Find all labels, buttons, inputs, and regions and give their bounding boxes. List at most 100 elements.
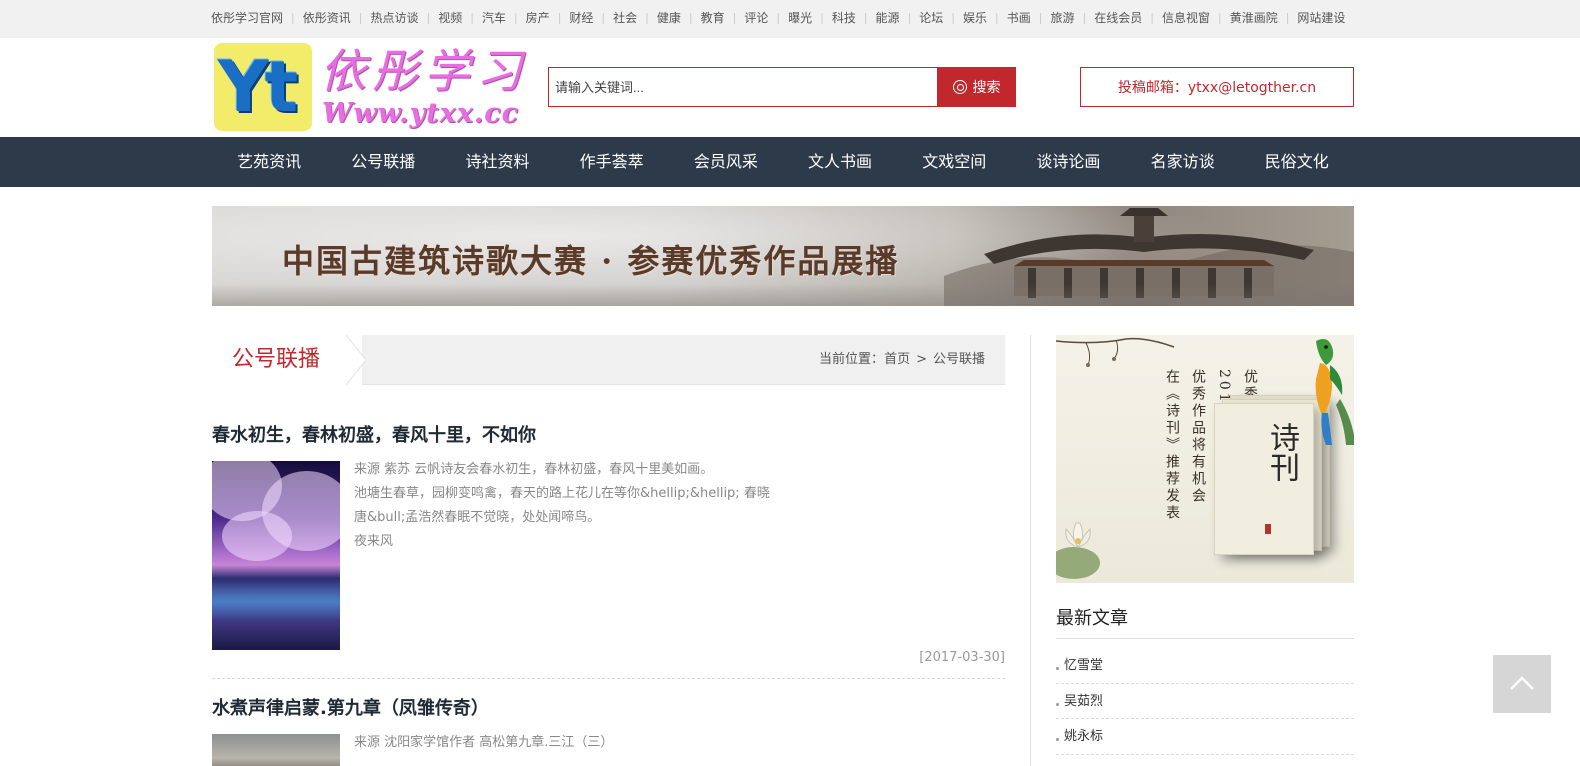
latest-article-item[interactable]: 吴茹烈 (1056, 684, 1354, 719)
magazine-seal (1265, 524, 1271, 534)
nav-item[interactable]: 文人书画 (783, 137, 897, 187)
top-link[interactable]: 依彤资讯 (303, 9, 351, 26)
top-link-separator: | (470, 11, 474, 24)
top-link-separator: | (1285, 11, 1290, 24)
top-link[interactable]: 娱乐 (963, 9, 987, 26)
submission-email-box[interactable]: 投稿邮箱：ytxx@letogther.cn (1080, 67, 1354, 107)
article-thumbnail[interactable] (212, 734, 340, 766)
top-link-separator: | (1038, 11, 1043, 24)
article-divider (212, 678, 1005, 679)
nav-item[interactable]: 会员风采 (669, 137, 783, 187)
top-link[interactable]: 黄淮画院 (1230, 9, 1278, 26)
submission-email-text: 投稿邮箱：ytxx@letogther.cn (1117, 80, 1317, 96)
logo-url: Www.ytxx.cc (322, 98, 520, 129)
breadcrumb-separator: > (916, 352, 927, 367)
top-link[interactable]: 热点访谈 (370, 9, 418, 26)
article-summary-line: 夜来风 (354, 534, 394, 549)
article-summary: 来源 沈阳家学馆作者 高松第九章.三江（三） (354, 731, 804, 755)
main-nav: 艺苑资讯 公号联播 诗社资料 作手荟萃 会员风采 文人书画 文戏空间 谈诗论画 名家访谈 民俗文化 (0, 137, 1580, 187)
logo-mark-text: Yt (218, 46, 298, 128)
parrot-decoration (1315, 339, 1354, 445)
top-link-separator: | (907, 11, 912, 24)
nav-item[interactable]: 艺苑资讯 (212, 137, 326, 187)
article-date: [2017-03-30] (919, 650, 1005, 665)
top-link-separator: | (601, 11, 606, 24)
section-arrow-icon (342, 335, 366, 385)
nav-item[interactable]: 名家访谈 (1126, 137, 1240, 187)
nav-item[interactable]: 文戏空间 (897, 137, 1011, 187)
top-link[interactable]: 书画 (1007, 9, 1031, 26)
latest-articles-list: 忆雪堂 吴茹烈 姚永标 (1056, 648, 1354, 755)
top-link[interactable]: 财经 (569, 9, 593, 26)
top-link[interactable]: 房产 (526, 9, 550, 26)
top-link-separator: | (1150, 11, 1154, 24)
branch-decoration (1056, 337, 1175, 367)
promo-line: 优秀作品将有机会 (1190, 369, 1206, 505)
article-title[interactable]: 水煮声律启蒙.第九章（凤雏传奇） (212, 694, 489, 720)
main-nav-items: 艺苑资讯 公号联播 诗社资料 作手荟萃 会员风采 文人书画 文戏空间 谈诗论画 名家访谈 民俗文化 (212, 137, 1354, 187)
top-link[interactable]: 评论 (744, 9, 768, 26)
banner-ground (212, 284, 1354, 306)
top-link[interactable]: 在线会员 (1094, 9, 1142, 26)
nav-item[interactable]: 作手荟萃 (555, 137, 669, 187)
article-summary: 来源 紫苏 云帆诗友会春水初生，春林初盛，春风十里美如画。 池塘生春草，园柳变鸣… (354, 458, 804, 554)
chevron-up-icon (1510, 676, 1534, 690)
top-link-separator: | (995, 11, 999, 24)
nav-item[interactable]: 民俗文化 (1240, 137, 1354, 187)
top-link-separator: | (1217, 11, 1222, 24)
article-summary-line: 唐&bull;孟浩然春眠不觉晓，处处闻啼鸟。 (354, 510, 601, 525)
top-link-separator: | (732, 11, 737, 24)
article-summary-line: 来源 沈阳家学馆作者 高松第九章.三江（三） (354, 735, 614, 750)
search-icon (952, 80, 967, 94)
article-title[interactable]: 春水初生，春林初盛，春风十里，不如你 (212, 421, 536, 447)
top-link-separator: | (513, 11, 518, 24)
section-header: 公号联播 当前位置：首页 > 公号联播 (212, 335, 1005, 385)
top-link-separator: | (688, 11, 693, 24)
latest-article-item[interactable]: 忆雪堂 (1056, 648, 1354, 684)
section-title: 公号联播 (232, 347, 321, 372)
back-to-top-button[interactable] (1493, 655, 1551, 713)
site-logo[interactable]: Yt 依彤学习 Www.ytxx.cc (214, 43, 522, 131)
top-link[interactable]: 论坛 (919, 9, 943, 26)
top-link[interactable]: 能源 (876, 9, 900, 26)
column-divider (1030, 335, 1031, 766)
nav-item[interactable]: 公号联播 (326, 137, 440, 187)
top-link[interactable]: 汽车 (482, 9, 506, 26)
section-title-tab: 公号联播 (212, 335, 362, 385)
breadcrumb-prefix: 当前位置： (819, 352, 885, 367)
top-link[interactable]: 旅游 (1050, 9, 1074, 26)
breadcrumb-current[interactable]: 公号联播 (933, 352, 985, 367)
top-link-separator: | (358, 11, 363, 24)
top-link[interactable]: 科技 (832, 9, 856, 26)
lotus-decoration (1056, 522, 1100, 579)
search-input[interactable] (548, 67, 937, 107)
top-link[interactable]: 曝光 (788, 9, 812, 26)
latest-articles-title: 最新文章 (1056, 608, 1128, 629)
top-link-separator: | (1082, 11, 1087, 24)
top-link-separator: | (557, 11, 562, 24)
logo-mark: Yt (214, 43, 312, 131)
logo-name: 依彤学习 (320, 44, 528, 98)
top-link[interactable]: 网站建设 (1297, 9, 1345, 26)
top-link[interactable]: 视频 (438, 9, 462, 26)
promo-line: 在《诗刊》推荐发表 (1164, 369, 1180, 522)
top-link[interactable]: 信息视窗 (1162, 9, 1210, 26)
top-link[interactable]: 依彤学习官网 (211, 9, 283, 26)
latest-articles-divider (1056, 638, 1354, 639)
nav-item[interactable]: 诗社资料 (440, 137, 554, 187)
top-link[interactable]: 教育 (701, 9, 725, 26)
banner[interactable]: 中国古建筑诗歌大赛 · 参赛优秀作品展播 (212, 206, 1354, 306)
poetry-magazine-promo[interactable]: 优秀诗人免费申领 2017全年《诗刊》 优秀作品将有机会 在《诗刊》推荐发表 诗… (1056, 335, 1354, 583)
top-link[interactable]: 健康 (657, 9, 681, 26)
breadcrumb-home[interactable]: 首页 (884, 352, 910, 367)
search-button[interactable]: 搜索 (937, 67, 1016, 107)
top-link[interactable]: 社会 (613, 9, 637, 26)
nav-item[interactable]: 谈诗论画 (1011, 137, 1125, 187)
top-link-separator: | (645, 11, 649, 24)
latest-article-item[interactable]: 姚永标 (1056, 719, 1354, 755)
top-link-separator: | (863, 11, 868, 24)
search-button-label: 搜索 (972, 80, 1001, 96)
banner-title: 中国古建筑诗歌大赛 · 参赛优秀作品展播 (282, 242, 900, 280)
article-thumbnail[interactable] (212, 461, 340, 650)
article-summary-line: 来源 紫苏 云帆诗友会春水初生，春林初盛，春风十里美如画。 (354, 462, 714, 477)
